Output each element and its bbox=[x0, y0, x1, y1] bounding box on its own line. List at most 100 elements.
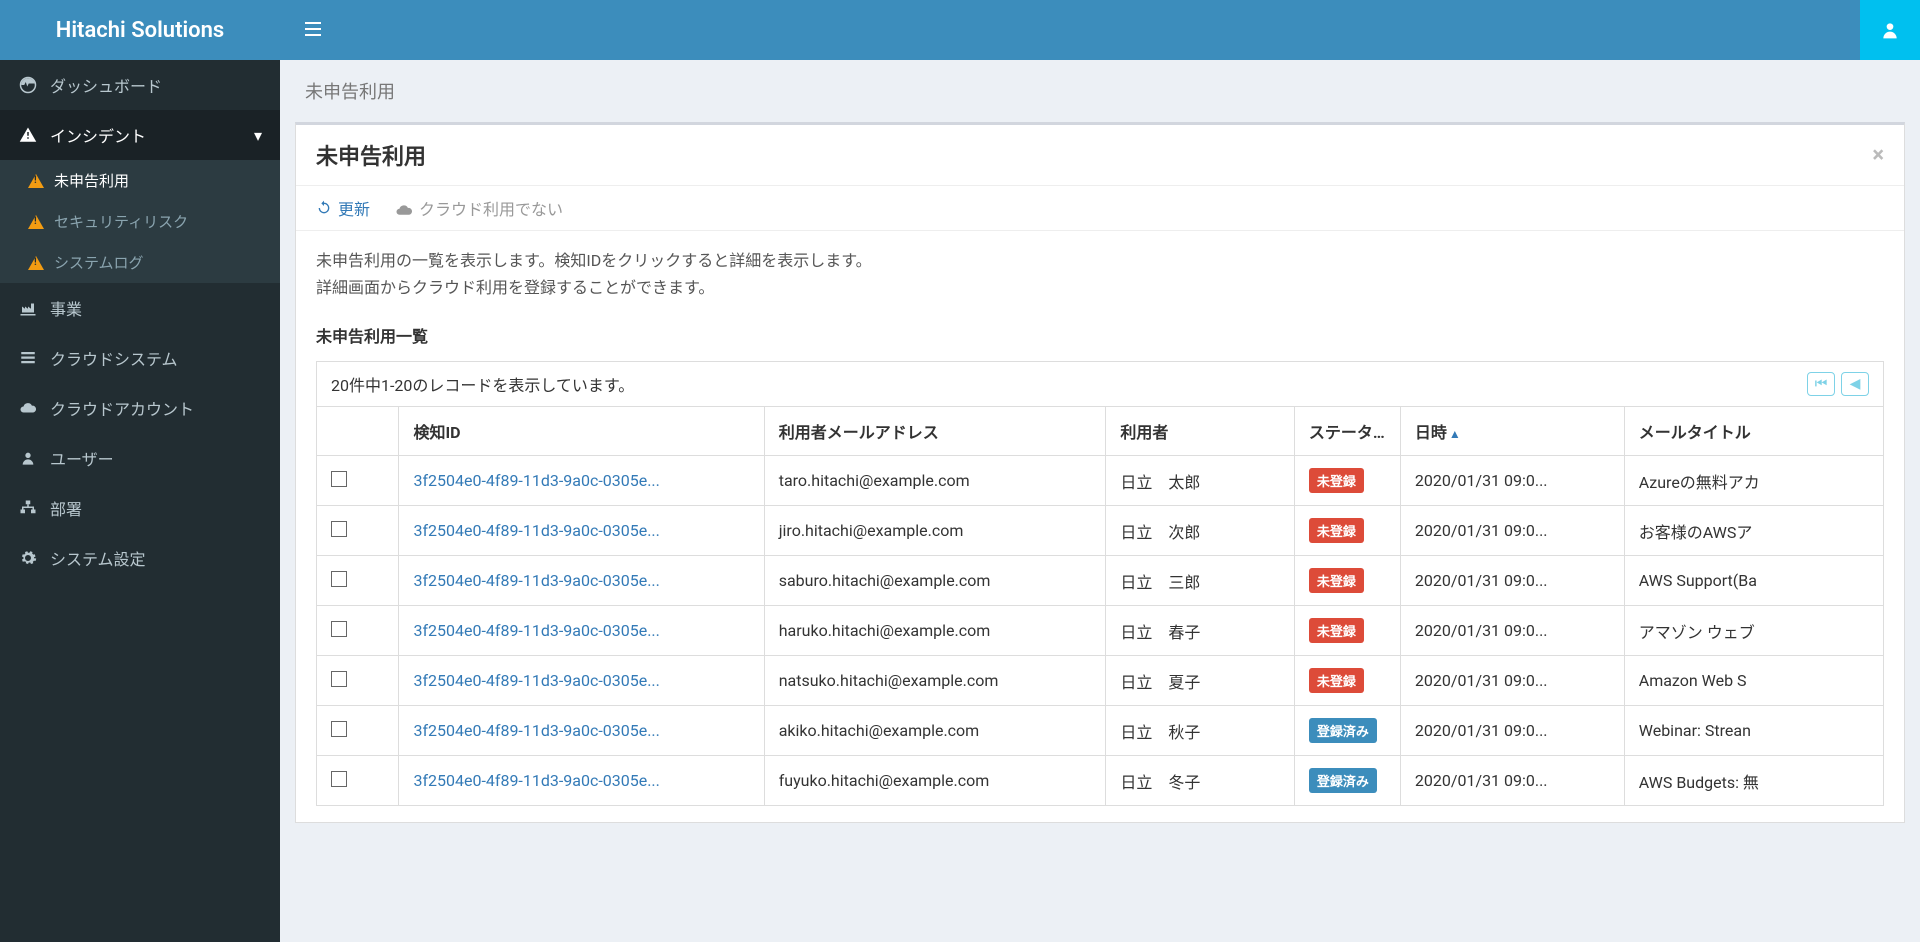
row-checkbox[interactable] bbox=[331, 721, 347, 737]
row-checkbox[interactable] bbox=[331, 471, 347, 487]
table-header-row: 検知ID 利用者メールアドレス 利用者 ステータス 日時▲ メールタイトル bbox=[317, 407, 1884, 456]
date-cell: 2020/01/31 09:0... bbox=[1400, 456, 1624, 506]
warning-icon bbox=[18, 126, 38, 144]
close-icon[interactable]: × bbox=[1872, 143, 1884, 168]
sidebar-sub-label: セキュリティリスク bbox=[54, 211, 188, 232]
sidebar-item-cloudaccount[interactable]: クラウドアカウント bbox=[0, 383, 280, 433]
sidebar-item-label: ダッシュボード bbox=[50, 73, 162, 97]
mail-title-cell: AWS Budgets: 無 bbox=[1624, 756, 1883, 806]
table-row: 3f2504e0-4f89-11d3-9a0c-0305e...fuyuko.h… bbox=[317, 756, 1884, 806]
user-cell: 日立 夏子 bbox=[1106, 656, 1295, 706]
user-cell: 日立 太郎 bbox=[1106, 456, 1295, 506]
email-cell: natsuko.hitachi@example.com bbox=[764, 656, 1106, 706]
status-badge: 登録済み bbox=[1309, 718, 1377, 743]
table-row: 3f2504e0-4f89-11d3-9a0c-0305e...akiko.hi… bbox=[317, 706, 1884, 756]
col-user[interactable]: 利用者 bbox=[1106, 407, 1295, 456]
status-badge: 未登録 bbox=[1309, 618, 1364, 643]
sidebar-item-label: クラウドアカウント bbox=[50, 396, 194, 420]
row-checkbox-cell bbox=[317, 756, 399, 806]
sidebar-sub-unreported[interactable]: 未申告利用 bbox=[0, 160, 280, 201]
main-content: 未申告利用 未申告利用 × 更新 クラウド利用でない 未申告利用の一覧を表示しま… bbox=[280, 60, 1920, 942]
date-cell: 2020/01/31 09:0... bbox=[1400, 706, 1624, 756]
detection-id-link[interactable]: 3f2504e0-4f89-11d3-9a0c-0305e... bbox=[399, 456, 764, 506]
email-cell: fuyuko.hitachi@example.com bbox=[764, 756, 1106, 806]
date-cell: 2020/01/31 09:0... bbox=[1400, 556, 1624, 606]
detection-id-link[interactable]: 3f2504e0-4f89-11d3-9a0c-0305e... bbox=[399, 506, 764, 556]
col-checkbox[interactable] bbox=[317, 407, 399, 456]
table-row: 3f2504e0-4f89-11d3-9a0c-0305e...natsuko.… bbox=[317, 656, 1884, 706]
user-menu-button[interactable] bbox=[1860, 0, 1920, 60]
col-mail-title[interactable]: メールタイトル bbox=[1624, 407, 1883, 456]
user-icon bbox=[18, 450, 38, 466]
col-email[interactable]: 利用者メールアドレス bbox=[764, 407, 1106, 456]
col-status[interactable]: ステータス bbox=[1294, 407, 1400, 456]
col-date[interactable]: 日時▲ bbox=[1400, 407, 1624, 456]
detection-id-link[interactable]: 3f2504e0-4f89-11d3-9a0c-0305e... bbox=[399, 556, 764, 606]
warning-triangle-icon bbox=[28, 256, 44, 270]
detection-id-link[interactable]: 3f2504e0-4f89-11d3-9a0c-0305e... bbox=[399, 606, 764, 656]
sidebar-item-department[interactable]: 部署 bbox=[0, 483, 280, 533]
pager: ⏮ ◀ bbox=[1807, 372, 1869, 396]
table-row: 3f2504e0-4f89-11d3-9a0c-0305e...jiro.hit… bbox=[317, 506, 1884, 556]
status-cell: 未登録 bbox=[1294, 556, 1400, 606]
detection-id-link[interactable]: 3f2504e0-4f89-11d3-9a0c-0305e... bbox=[399, 706, 764, 756]
sidebar-item-users[interactable]: ユーザー bbox=[0, 433, 280, 483]
user-cell: 日立 春子 bbox=[1106, 606, 1295, 656]
status-cell: 未登録 bbox=[1294, 606, 1400, 656]
sidebar-item-incident[interactable]: インシデント ▾ bbox=[0, 110, 280, 160]
row-checkbox[interactable] bbox=[331, 571, 347, 587]
sidebar-item-label: ユーザー bbox=[50, 446, 114, 470]
description-line1: 未申告利用の一覧を表示します。検知IDをクリックすると詳細を表示します。 bbox=[316, 247, 1884, 274]
sidebar-sub-label: 未申告利用 bbox=[54, 170, 129, 191]
sidebar-item-settings[interactable]: システム設定 bbox=[0, 533, 280, 583]
breadcrumb: 未申告利用 bbox=[280, 60, 1920, 122]
row-checkbox-cell bbox=[317, 706, 399, 756]
row-checkbox[interactable] bbox=[331, 521, 347, 537]
email-cell: jiro.hitachi@example.com bbox=[764, 506, 1106, 556]
list-title: 未申告利用一覧 bbox=[316, 323, 1884, 347]
row-checkbox[interactable] bbox=[331, 621, 347, 637]
brand-logo[interactable]: Hitachi Solutions bbox=[0, 0, 280, 60]
mail-title-cell: お客様のAWSア bbox=[1624, 506, 1883, 556]
panel-body: 未申告利用の一覧を表示します。検知IDをクリックすると詳細を表示します。 詳細画… bbox=[296, 231, 1904, 822]
sidebar-item-dashboard[interactable]: ダッシュボード bbox=[0, 60, 280, 110]
incident-submenu: 未申告利用 セキュリティリスク システムログ bbox=[0, 160, 280, 283]
sidebar-item-business[interactable]: 事業 bbox=[0, 283, 280, 333]
topbar: Hitachi Solutions bbox=[0, 0, 1920, 60]
refresh-button[interactable]: 更新 bbox=[316, 196, 370, 220]
sidebar-item-label: インシデント bbox=[50, 123, 146, 147]
not-cloud-label: クラウド利用でない bbox=[419, 196, 563, 220]
detection-id-link[interactable]: 3f2504e0-4f89-11d3-9a0c-0305e... bbox=[399, 656, 764, 706]
row-checkbox[interactable] bbox=[331, 771, 347, 787]
sidebar-sub-systemlog[interactable]: システムログ bbox=[0, 242, 280, 283]
mail-title-cell: AWS Support(Ba bbox=[1624, 556, 1883, 606]
mail-title-cell: Webinar: Strean bbox=[1624, 706, 1883, 756]
topnav bbox=[280, 0, 1920, 60]
table-row: 3f2504e0-4f89-11d3-9a0c-0305e...haruko.h… bbox=[317, 606, 1884, 656]
user-cell: 日立 冬子 bbox=[1106, 756, 1295, 806]
date-cell: 2020/01/31 09:0... bbox=[1400, 606, 1624, 656]
date-cell: 2020/01/31 09:0... bbox=[1400, 756, 1624, 806]
sidebar-item-cloudsystem[interactable]: クラウドシステム bbox=[0, 333, 280, 383]
panel-toolbar: 更新 クラウド利用でない bbox=[296, 186, 1904, 231]
sidebar-item-label: クラウドシステム bbox=[50, 346, 178, 370]
sidebar-sub-securityrisk[interactable]: セキュリティリスク bbox=[0, 201, 280, 242]
row-checkbox[interactable] bbox=[331, 671, 347, 687]
list-icon bbox=[18, 349, 38, 367]
refresh-label: 更新 bbox=[338, 196, 370, 220]
hamburger-icon[interactable] bbox=[295, 10, 331, 51]
user-cell: 日立 次郎 bbox=[1106, 506, 1295, 556]
sidebar-item-label: システム設定 bbox=[50, 546, 146, 570]
page-first-button[interactable]: ⏮ bbox=[1807, 372, 1835, 396]
page-prev-button[interactable]: ◀ bbox=[1841, 372, 1869, 396]
col-detection-id[interactable]: 検知ID bbox=[399, 407, 764, 456]
not-cloud-button[interactable]: クラウド利用でない bbox=[395, 196, 563, 220]
status-cell: 未登録 bbox=[1294, 656, 1400, 706]
row-checkbox-cell bbox=[317, 606, 399, 656]
status-cell: 未登録 bbox=[1294, 506, 1400, 556]
row-checkbox-cell bbox=[317, 556, 399, 606]
panel-header: 未申告利用 × bbox=[296, 125, 1904, 186]
sidebar-item-label: 部署 bbox=[50, 496, 82, 520]
detection-id-link[interactable]: 3f2504e0-4f89-11d3-9a0c-0305e... bbox=[399, 756, 764, 806]
table-row: 3f2504e0-4f89-11d3-9a0c-0305e...taro.hit… bbox=[317, 456, 1884, 506]
